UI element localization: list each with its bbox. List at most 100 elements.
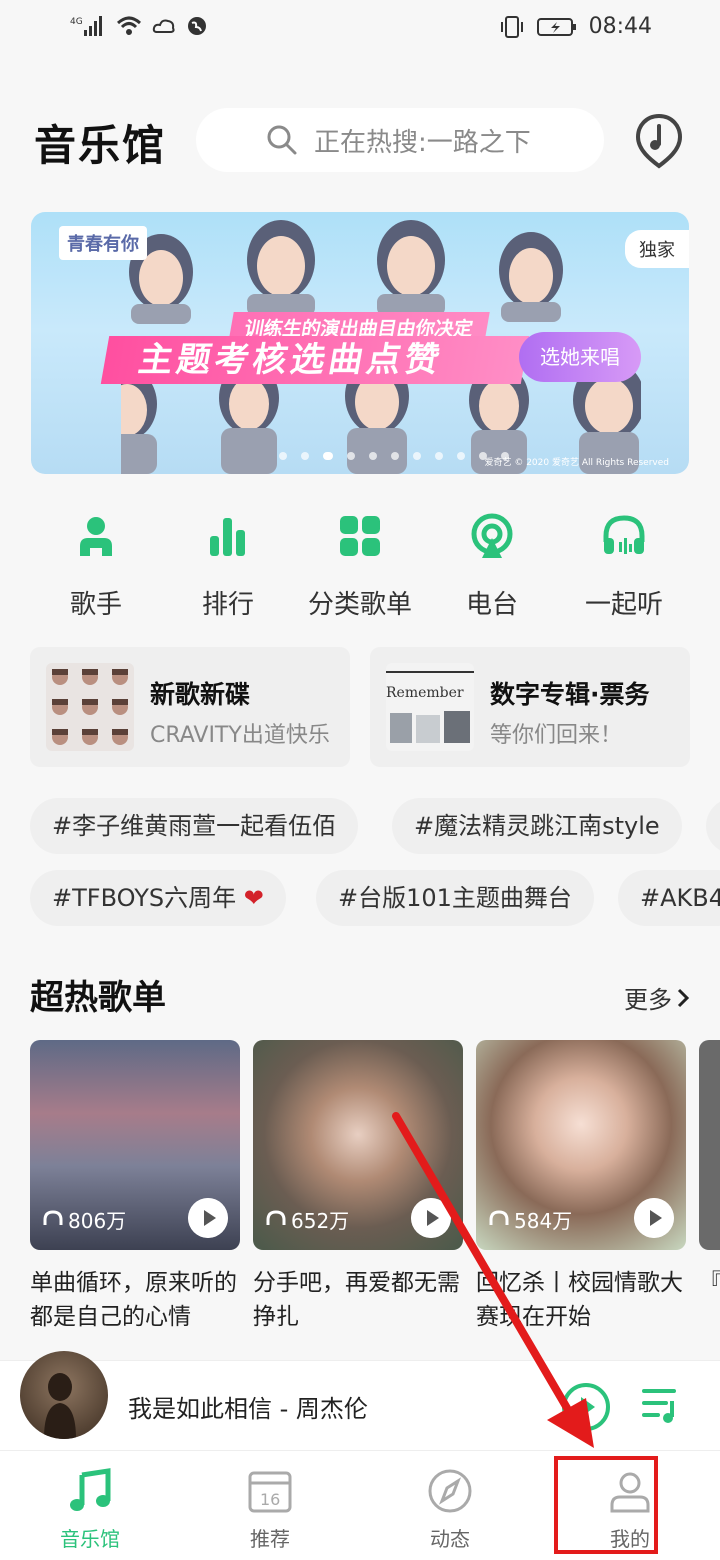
nav-label: 歌手 (69, 590, 122, 620)
svg-text:16: 16 (260, 1490, 280, 1509)
pagination-dot (413, 452, 421, 460)
mini-player[interactable]: 我是如此相信 - 周杰伦 (0, 1351, 720, 1450)
page-title: 音乐馆 (34, 121, 167, 170)
play-count-text: 652万 (291, 1209, 350, 1233)
hashtag-chip[interactable]: #李子维黄雨萱一起看伍佰 (30, 798, 359, 854)
nav-listen-together[interactable]: 一起听 (558, 512, 690, 622)
nav-chart[interactable]: 排行 (162, 512, 294, 622)
tab-feed[interactable]: 动态 (360, 1451, 540, 1560)
play-icon[interactable] (634, 1198, 674, 1238)
play-count: 652万 (265, 1205, 349, 1234)
pagination-dot (391, 452, 399, 460)
hashtag-text: #TFBOYS六周年 (52, 884, 237, 912)
more-link[interactable]: 更多 (624, 980, 690, 1015)
svg-text:4G: 4G (70, 17, 83, 27)
pagination-dot (457, 452, 465, 460)
card-subtitle: CRAVITY出道快乐 (150, 723, 330, 748)
hashtag-chip-partial[interactable] (706, 798, 720, 854)
play-pause-button[interactable] (560, 1381, 612, 1433)
banner-copyright: 爱奇艺 © 2020 爱奇艺 All Rights Reserved (484, 458, 669, 468)
banner-slogan: 主题考核选曲点赞 (100, 336, 530, 384)
digital-album-card[interactable]: Remember 数字专辑·票务 等你们回来！ (370, 647, 690, 767)
playlist-cover: 652万 (253, 1040, 463, 1250)
pagination-dot (279, 452, 287, 460)
battery-icon (536, 17, 576, 36)
weather-icon (152, 19, 175, 33)
nav-label: 一起听 (584, 590, 663, 620)
headphones-icon (603, 515, 645, 554)
headphones-small-icon (266, 1209, 286, 1225)
wifi-icon (116, 16, 142, 35)
nav-radio[interactable]: 电台 (426, 512, 558, 622)
play-icon[interactable] (411, 1198, 451, 1238)
section-title: 超热歌单 (30, 978, 166, 1018)
status-left: 4G (70, 14, 208, 38)
playlist-name: 分手吧，再爱都无需挣扎 (253, 1270, 460, 1330)
play-icon[interactable] (188, 1198, 228, 1238)
playlist-card-partial[interactable]: 『PO (699, 1040, 720, 1334)
annotation-highlight-box (554, 1456, 658, 1554)
chevron-right-icon (677, 988, 690, 1007)
nav-category-playlists[interactable]: 分类歌单 (294, 512, 426, 622)
pagination-dot (369, 452, 377, 460)
headphones-small-icon (43, 1209, 63, 1225)
digital-album-thumb: Remember (386, 663, 474, 751)
hashtag-chip[interactable]: #魔法精灵跳江南style (392, 798, 682, 854)
hashtag-row-1: #李子维黄雨萱一起看伍佰 #魔法精灵跳江南style (0, 798, 720, 858)
playlist-queue-icon[interactable] (640, 1383, 684, 1427)
pagination-dot (347, 452, 355, 460)
card-subtitle: 等你们回来！ (490, 723, 623, 748)
search-placeholder: 正在热搜:一路之下 (314, 127, 531, 158)
playlist-cover: 584万 (476, 1040, 686, 1250)
search-bar[interactable]: 正在热搜:一路之下 (196, 108, 604, 172)
banner-pagination (279, 452, 509, 460)
play-count: 584万 (488, 1205, 572, 1234)
signal-icon: 4G (70, 16, 102, 36)
pagination-dot (435, 452, 443, 460)
nav-label: 排行 (201, 590, 254, 620)
tab-label: 推荐 (250, 1527, 290, 1551)
tab-recommend[interactable]: 16 推荐 (180, 1451, 360, 1560)
card-title: 数字专辑·票务 (490, 680, 650, 709)
compass-icon (428, 1469, 472, 1513)
playlist-name: 回忆杀丨校园情歌大赛现在开始 (476, 1270, 683, 1330)
playlist-name: 『PO (699, 1270, 720, 1296)
play-count-text: 584万 (514, 1209, 573, 1233)
nav-singer[interactable]: 歌手 (30, 512, 162, 622)
playlist-cover: 806万 (30, 1040, 240, 1250)
hashtag-chip[interactable]: #台版101主题曲舞台 (316, 870, 594, 926)
playlist-card[interactable]: 584万 回忆杀丨校园情歌大赛现在开始 (476, 1040, 686, 1334)
playlist-cover (699, 1040, 720, 1250)
play-count: 806万 (42, 1205, 126, 1234)
radio-icon (471, 513, 513, 558)
new-releases-card[interactable]: 新歌新碟 CRAVITY出道快乐 (30, 647, 350, 767)
tab-label: 音乐馆 (60, 1527, 120, 1551)
search-icon (267, 125, 297, 155)
hashtag-row-2: #TFBOYS六周年 ❤ #台版101主题曲舞台 #AKB4 (0, 870, 720, 930)
music-recognition-icon[interactable] (634, 112, 684, 170)
promo-banner[interactable]: 青春有你 独家 训练生的演出曲目由你决定 主题考核选曲点赞 选她来唱 爱奇艺 ©… (31, 212, 689, 474)
album-art[interactable] (20, 1351, 108, 1439)
headphones-small-icon (489, 1209, 509, 1225)
tab-label: 动态 (430, 1527, 470, 1551)
grid-icon (340, 516, 380, 556)
heart-icon: ❤ (243, 884, 264, 912)
hashtag-chip[interactable]: #AKB4 (618, 870, 720, 926)
playlist-name: 单曲循环，原来听的都是自己的心情 (30, 1270, 237, 1330)
play-count-text: 806万 (68, 1209, 127, 1233)
hashtag-chip[interactable]: #TFBOYS六周年 ❤ (30, 870, 286, 926)
more-label: 更多 (624, 986, 672, 1014)
playlist-card[interactable]: 806万 单曲循环，原来听的都是自己的心情 (30, 1040, 240, 1334)
nav-label: 电台 (465, 590, 518, 620)
banner-cta-button[interactable]: 选她来唱 (519, 332, 641, 382)
album-art-figure (44, 1373, 76, 1439)
tab-music-hall[interactable]: 音乐馆 (0, 1451, 180, 1560)
banner-logo: 青春有你 (59, 226, 147, 260)
status-bar: 4G 08:44 (0, 0, 720, 56)
pagination-dot (323, 452, 333, 460)
status-time: 08:44 (588, 14, 652, 39)
svg-text:Remember: Remember (386, 685, 464, 701)
singer-icon (80, 517, 112, 556)
playlist-card[interactable]: 652万 分手吧，再爱都无需挣扎 (253, 1040, 463, 1334)
globe-icon (188, 17, 206, 35)
